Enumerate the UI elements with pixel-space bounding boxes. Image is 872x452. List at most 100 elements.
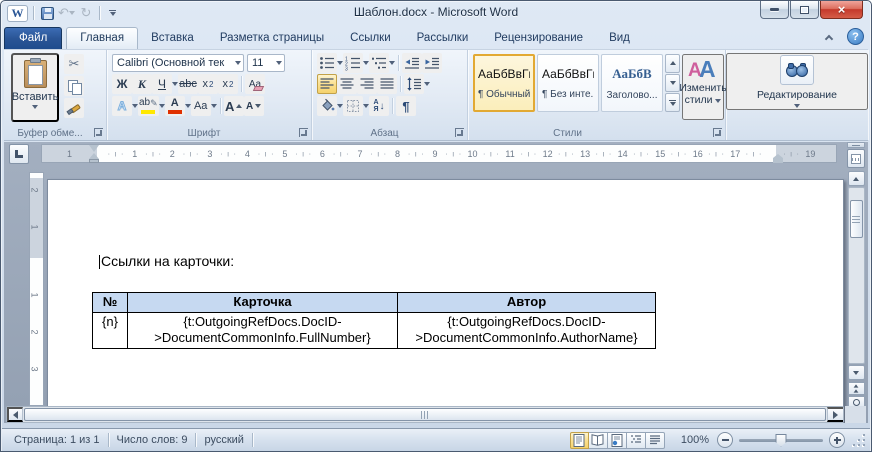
print-layout-view-button[interactable] [570,432,589,449]
redo-button[interactable]: ↻ [78,5,94,21]
undo-button[interactable]: ↶ [58,5,75,21]
numbering-button[interactable]: 123 [343,53,363,73]
tab-mailings[interactable]: Рассылки [404,28,482,49]
underline-button[interactable]: Ч [152,74,172,94]
minimize-button[interactable] [760,1,789,19]
zoom-out-button[interactable] [717,432,733,448]
vertical-scroll-thumb[interactable] [850,200,863,238]
text-effects-button[interactable]: A [112,96,132,116]
increase-indent-button[interactable] [422,53,442,73]
multilevel-list-button[interactable] [369,53,389,73]
tab-insert[interactable]: Вставка [138,28,207,49]
ruler-toggle-button[interactable] [847,149,865,168]
tab-view[interactable]: Вид [596,28,643,49]
align-center-button[interactable] [337,74,357,94]
clear-formatting-button[interactable]: Aa [245,74,265,94]
shading-button[interactable] [317,96,337,116]
tab-page-layout[interactable]: Разметка страницы [207,28,337,49]
table-header-card[interactable]: Карточка [128,293,398,313]
clipboard-dialog-launcher[interactable] [94,128,103,137]
italic-button[interactable]: К [132,74,152,94]
save-button[interactable] [39,5,55,21]
left-indent-marker[interactable] [89,159,99,163]
decrease-indent-button[interactable] [402,53,422,73]
zoom-slider-thumb[interactable] [776,434,787,447]
close-button[interactable]: × [820,1,863,19]
font-dialog-launcher[interactable] [299,128,308,137]
tab-home[interactable]: Главная [66,27,138,49]
copy-button[interactable] [64,76,84,96]
line-spacing-dropdown-icon[interactable] [424,82,430,86]
bullets-button[interactable] [317,53,337,73]
strikethrough-button[interactable]: abc [178,74,198,94]
cut-button[interactable]: ✂ [64,54,84,74]
split-handle[interactable] [847,142,865,148]
justify-button[interactable] [377,74,397,94]
borders-button[interactable] [343,96,363,116]
document-page[interactable]: Ссылки на карточки: № Карточка Автор {n}… [47,179,844,423]
scroll-up-button[interactable] [848,171,865,186]
grow-font-button[interactable]: А [224,96,244,116]
table-header-num[interactable]: № [93,293,128,313]
document-paragraph[interactable]: Ссылки на карточки: [99,253,234,269]
word-count-status[interactable]: Число слов: 9 [109,434,196,446]
document-table[interactable]: № Карточка Автор {n} {t:OutgoingRefDocs.… [92,292,656,349]
scroll-down-button[interactable] [848,365,865,380]
styles-scroll-up-button[interactable] [665,54,680,73]
zoom-slider[interactable] [739,439,823,442]
previous-page-button[interactable] [848,382,865,395]
align-left-button[interactable] [317,74,337,94]
tab-stop-selector[interactable] [9,144,29,164]
zoom-in-button[interactable] [829,432,845,448]
help-button[interactable]: ? [847,28,864,45]
web-layout-view-button[interactable] [608,432,627,449]
show-formatting-marks-button[interactable]: ¶ [396,96,416,116]
paste-button[interactable]: Вставить [11,53,59,122]
tab-file[interactable]: Файл [4,27,62,49]
shrink-font-button[interactable]: А [244,96,264,116]
scroll-right-button[interactable] [827,407,843,422]
line-spacing-button[interactable] [404,74,424,94]
resize-grip[interactable] [853,434,866,447]
restore-button[interactable] [790,1,819,19]
table-cell-card[interactable]: {t:OutgoingRefDocs.DocID- >DocumentCommo… [128,313,398,349]
align-right-button[interactable] [357,74,377,94]
editing-button[interactable]: Редактирование [726,53,868,110]
tab-references[interactable]: Ссылки [337,28,404,49]
change-case-button[interactable]: Aa [191,96,211,116]
change-styles-button[interactable]: AA Изменить стили [682,54,724,120]
customize-qat-button[interactable] [105,5,121,21]
zoom-level-button[interactable]: 100% [681,434,709,446]
full-screen-reading-view-button[interactable] [589,432,608,449]
font-name-combobox[interactable]: Calibri (Основной тек [112,54,244,72]
table-cell-num[interactable]: {n} [93,313,128,349]
highlight-color-button[interactable]: ab✎ [138,96,159,116]
style-no-spacing[interactable]: АаБбВвГг, ¶ Без инте... [537,54,599,112]
styles-more-button[interactable] [665,93,680,112]
outline-view-button[interactable] [627,432,646,449]
word-logo-icon[interactable]: W [7,5,28,22]
bold-button[interactable]: Ж [112,74,132,94]
first-line-indent-marker[interactable] [89,145,99,152]
styles-scroll-down-button[interactable] [665,74,680,93]
horizontal-scroll-thumb[interactable] [24,408,826,421]
language-status[interactable]: русский [196,434,251,446]
draft-view-button[interactable] [646,432,665,449]
format-painter-button[interactable] [64,98,84,118]
page-count-status[interactable]: Страница: 1 из 1 [6,434,108,446]
superscript-button[interactable]: x2 [218,74,238,94]
paragraph-dialog-launcher[interactable] [455,128,464,137]
table-header-author[interactable]: Автор [398,293,656,313]
highlight-dropdown-icon[interactable] [159,104,165,108]
table-cell-author[interactable]: {t:OutgoingRefDocs.DocID- >DocumentCommo… [398,313,656,349]
font-size-combobox[interactable]: 11 [247,54,285,72]
subscript-button[interactable]: x2 [198,74,218,94]
font-color-dropdown-icon[interactable] [185,104,191,108]
multilevel-dropdown-icon[interactable] [389,61,395,65]
style-normal[interactable]: АаБбВвГг, ¶ Обычный [473,54,535,112]
change-case-dropdown-icon[interactable] [211,104,217,108]
sort-button[interactable]: АЯ↓ [369,96,389,116]
vertical-scroll-track[interactable] [848,187,865,364]
styles-dialog-launcher[interactable] [713,128,722,137]
style-heading1[interactable]: АаБбВ Заголово... [601,54,663,112]
